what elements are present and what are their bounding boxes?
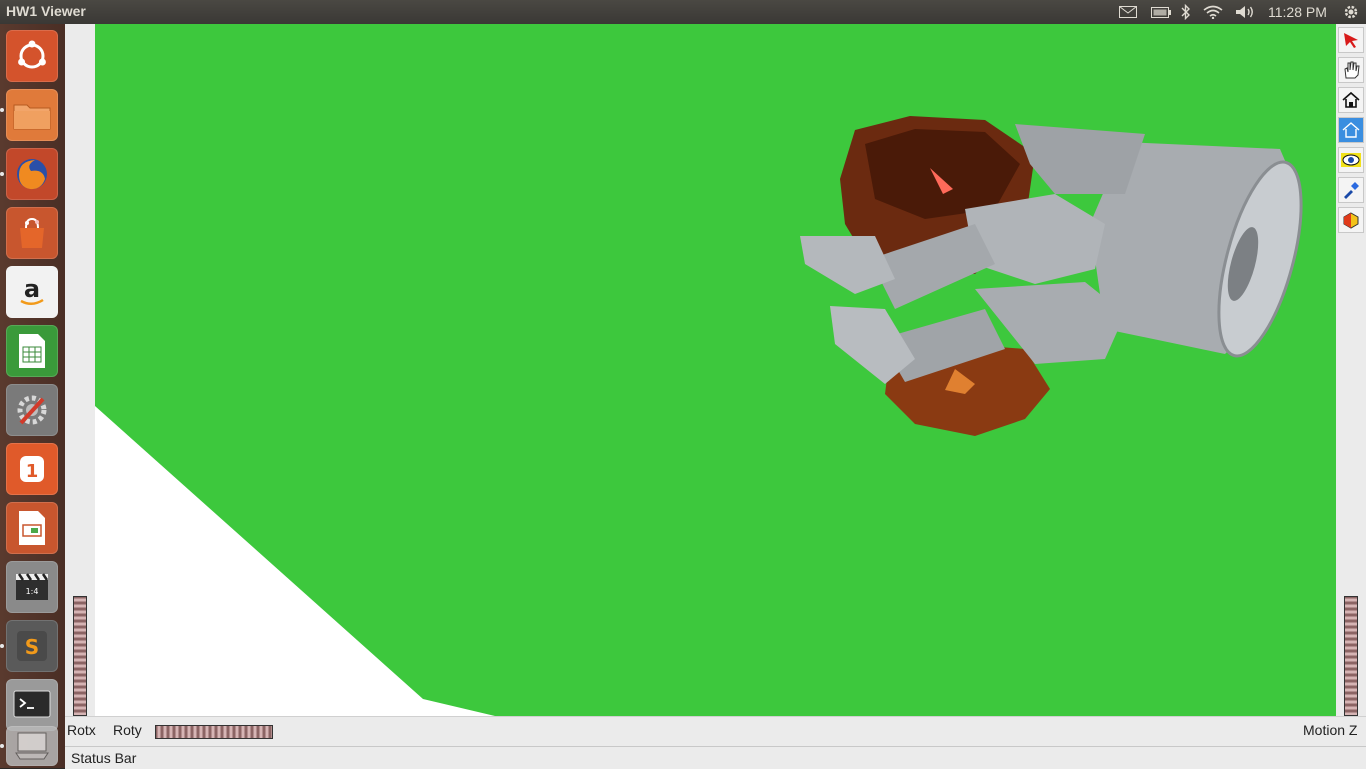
hand-pan-icon[interactable] [1338,57,1364,83]
gray-upper-link [965,194,1105,284]
gray-upper-joint [1015,124,1145,194]
svg-text:a: a [24,275,40,303]
flashlight-icon[interactable] [1338,177,1364,203]
launcher: a 1 1:4 S [0,24,65,768]
motionz-label: Motion Z [1303,722,1358,738]
status-text: Status Bar [71,750,137,766]
window-title: HW1 Viewer [6,3,86,19]
roty-thumbwheel[interactable] [155,725,273,739]
view-tools-column [1336,24,1366,716]
ubuntu-dash-icon[interactable] [6,30,58,82]
left-wheel-column [65,24,95,716]
viewer-window: Rotx Roty Motion Z Status Bar [65,24,1366,769]
select-arrow-icon[interactable] [1338,27,1364,53]
top-panel: HW1 Viewer 11:28 PM [0,0,1366,24]
amazon-icon[interactable]: a [6,266,58,318]
status-bar: Status Bar [65,746,1366,769]
terminal-icon[interactable] [6,679,58,731]
wifi-icon[interactable] [1202,0,1224,24]
software-center-icon[interactable] [6,207,58,259]
3d-viewport[interactable] [95,24,1336,716]
system-settings-icon[interactable] [6,384,58,436]
running-indicator [0,744,4,748]
sublime-text-icon[interactable]: S [6,620,58,672]
svg-text:1: 1 [26,461,39,482]
rotx-label: Rotx [67,722,96,738]
svg-text:S: S [25,635,39,659]
mail-icon[interactable] [1118,0,1138,24]
roty-label: Roty [113,722,142,738]
rotx-thumbwheel[interactable] [73,596,87,716]
video-editor-icon[interactable]: 1:4 [6,561,58,613]
svg-text:1:4: 1:4 [26,587,39,596]
firefox-icon[interactable] [6,148,58,200]
home-icon[interactable] [1338,87,1364,113]
impress-presentation-icon[interactable] [6,502,58,554]
ubuntu-one-icon[interactable]: 1 [6,443,58,495]
motionz-thumbwheel[interactable] [1344,596,1358,716]
scene-render [95,116,1303,716]
running-indicator [0,108,4,112]
running-indicator [0,644,4,648]
set-home-icon[interactable] [1338,117,1364,143]
settings-gear-icon[interactable] [1340,0,1362,24]
calc-spreadsheet-icon[interactable] [6,325,58,377]
projection-icon[interactable] [1338,207,1364,233]
running-indicator [0,172,4,176]
volume-icon[interactable] [1234,0,1256,24]
bottom-controls: Rotx Roty Motion Z [65,716,1366,747]
files-icon[interactable] [6,89,58,141]
floor-plane [95,406,495,716]
bluetooth-icon[interactable] [1178,0,1194,24]
clock[interactable]: 11:28 PM [1268,4,1327,20]
view-eye-icon[interactable] [1338,147,1364,173]
battery-icon[interactable] [1150,0,1172,24]
hw1-viewer-app-icon[interactable] [6,726,58,766]
